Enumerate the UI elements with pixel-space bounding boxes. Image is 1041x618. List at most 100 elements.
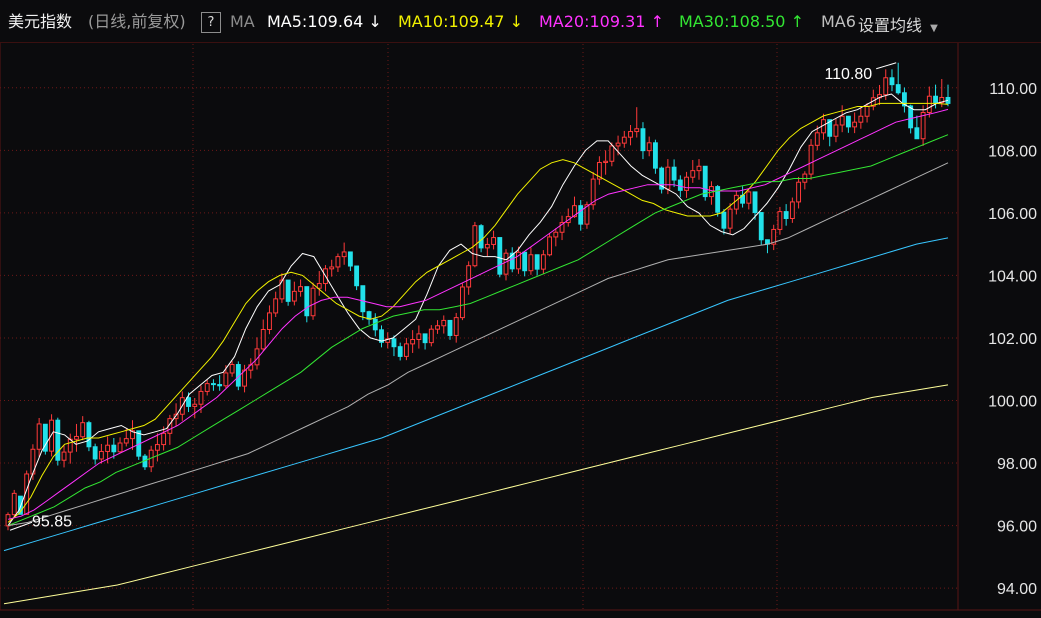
- candle-up: [192, 403, 198, 407]
- candle-up: [441, 319, 447, 327]
- candle-up: [839, 115, 845, 126]
- help-button[interactable]: ?: [201, 12, 221, 33]
- candle-up: [298, 286, 304, 292]
- candle-down: [702, 165, 708, 198]
- candle-down: [578, 205, 584, 225]
- ma-settings-button[interactable]: 设置均线 ▼: [858, 12, 938, 36]
- candle-down: [914, 127, 920, 140]
- candle-up: [858, 115, 864, 123]
- candle-up: [634, 128, 640, 133]
- candle-up: [727, 208, 733, 229]
- candle-up: [789, 201, 795, 219]
- candle-up: [621, 136, 627, 144]
- candle-up: [553, 231, 559, 238]
- ma30-value: MA30:108.50: [679, 12, 786, 31]
- ma30-readout[interactable]: MA30:108.50 ↑: [679, 12, 804, 32]
- candle-down: [217, 384, 223, 387]
- max-pointer: [876, 62, 897, 70]
- ma10-value: MA10:109.47: [398, 12, 505, 31]
- up-arrow-icon: ↑: [790, 12, 804, 31]
- ma20-readout[interactable]: MA20:109.31 ↑: [539, 12, 664, 32]
- candle-up: [453, 317, 459, 336]
- candle-up: [808, 144, 814, 175]
- ma60-readout[interactable]: MA6: [821, 12, 856, 32]
- candle-up: [310, 287, 316, 317]
- candle-down: [360, 285, 366, 313]
- candle-up: [814, 132, 820, 146]
- ma10-readout[interactable]: MA10:109.47 ↓: [398, 12, 523, 32]
- max-price-label: 110.80: [824, 66, 872, 83]
- candle-up: [628, 131, 633, 138]
- down-arrow-icon: ↓: [368, 12, 382, 31]
- candle-up: [316, 283, 322, 289]
- candle-up: [528, 254, 534, 272]
- ma20-value: MA20:109.31: [539, 12, 646, 31]
- y-axis-tick-label: 104.00: [988, 268, 1037, 285]
- candle-down: [671, 166, 677, 181]
- candle-down: [534, 254, 540, 270]
- candle-up: [416, 333, 422, 341]
- ma5-value: MA5:109.64: [267, 12, 364, 31]
- candle-up: [11, 492, 17, 516]
- candle-up: [833, 124, 839, 137]
- candle-up: [80, 422, 86, 438]
- candle-up: [428, 328, 434, 344]
- candle-down: [640, 128, 646, 152]
- candle-down: [522, 251, 528, 272]
- candle-up: [696, 165, 702, 172]
- candle-down: [354, 265, 360, 287]
- candle-up: [484, 243, 490, 249]
- candle-down: [111, 444, 117, 453]
- candle-up: [229, 364, 235, 374]
- candle-down: [497, 237, 503, 275]
- candle-up: [777, 211, 783, 230]
- candle-up: [603, 160, 609, 164]
- candle-up: [161, 432, 167, 446]
- candle-up: [746, 191, 752, 204]
- period-label: (日线,前复权): [88, 12, 186, 31]
- candle-up: [105, 444, 111, 452]
- min-price-label: 95.85: [32, 513, 72, 530]
- candle-down: [372, 318, 378, 331]
- candle-up: [540, 254, 546, 270]
- candle-up: [503, 252, 509, 275]
- candle-down: [347, 251, 353, 267]
- candle-up: [61, 451, 67, 461]
- candle-down: [752, 191, 758, 214]
- candle-up: [435, 325, 440, 330]
- ma-label: MA: [230, 12, 255, 31]
- candle-up: [547, 236, 553, 256]
- candle-up: [883, 77, 889, 96]
- candle-down: [422, 333, 428, 344]
- candle-up: [864, 105, 870, 117]
- ma60-line: [7, 162, 949, 527]
- y-axis-tick-label: 102.00: [988, 331, 1037, 348]
- candle-down: [478, 225, 484, 249]
- ma5-readout[interactable]: MA5:109.64 ↓: [267, 12, 382, 32]
- candle-up: [198, 390, 204, 405]
- candle-down: [86, 422, 92, 448]
- candle-down: [889, 77, 895, 86]
- candle-up: [123, 438, 129, 444]
- instrument-title: 美元指数: [8, 12, 73, 31]
- candle-down: [397, 346, 403, 357]
- candle-down: [211, 383, 216, 386]
- candle-up: [260, 329, 266, 350]
- candle-down: [652, 142, 658, 169]
- candle-up: [267, 312, 272, 331]
- candle-up: [154, 444, 160, 451]
- candle-up: [117, 442, 123, 453]
- settings-label: 设置均线: [858, 16, 923, 35]
- candle-up: [223, 372, 229, 387]
- y-axis-tick-label: 96.00: [997, 519, 1037, 536]
- chart-header: 美元指数 (日线,前复权) ? MA MA5:109.64 ↓ MA10:109…: [0, 0, 1041, 43]
- candle-down: [285, 279, 291, 302]
- price-chart[interactable]: 110.00 108.00 106.00 104.00 102.00 100.00 98.0…: [0, 0, 1041, 618]
- y-axis-tick-label: 110.00: [989, 81, 1037, 98]
- candle-up: [609, 145, 615, 162]
- candle-down: [186, 397, 191, 407]
- candle-down: [783, 211, 789, 219]
- y-axis-tick-label: 94.00: [997, 581, 1037, 598]
- candle-down: [895, 84, 901, 94]
- candle-up: [926, 95, 932, 113]
